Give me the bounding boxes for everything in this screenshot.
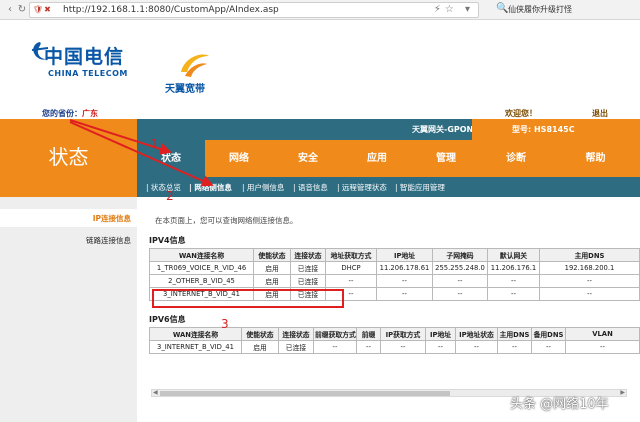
annotation-arrow-2 — [69, 121, 214, 187]
annotation-arrows — [69, 119, 214, 187]
annotation-number-2: 2 — [166, 189, 174, 203]
annotation-number-3: 3 — [221, 317, 229, 331]
annotation-number-1: 1 — [151, 137, 159, 151]
highlight-box — [152, 289, 344, 308]
watermark: 头条 @网络10年 — [510, 397, 609, 412]
